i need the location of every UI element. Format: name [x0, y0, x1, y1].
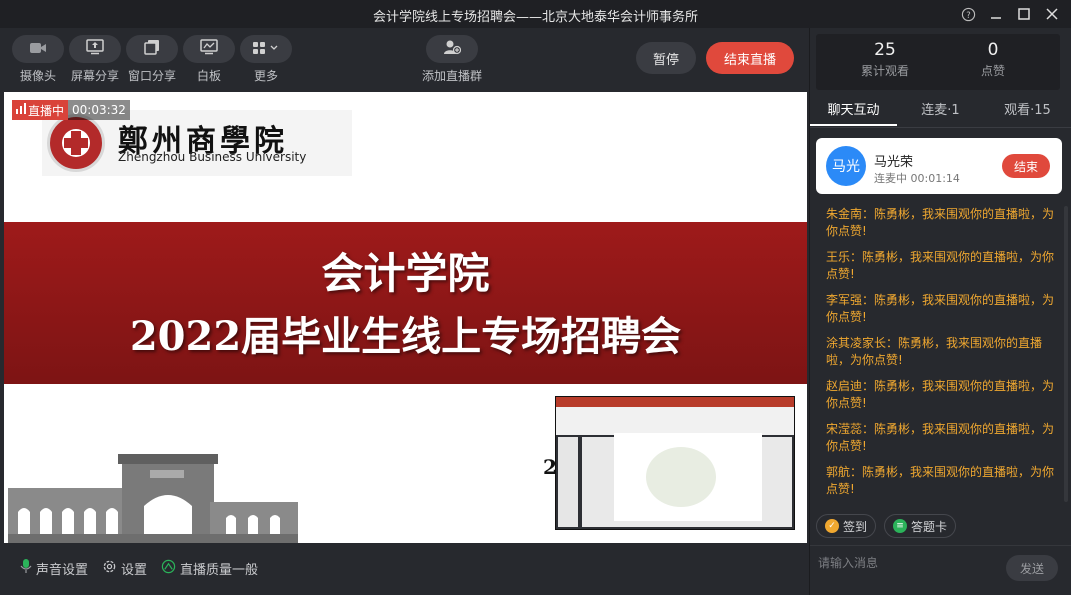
whiteboard-label: 白板 — [196, 69, 221, 83]
school-name-en: Zhengzhou Business University — [118, 150, 307, 164]
chat-message: 朱金南：陈勇彬，我来围观你的直播啦，为你点赞! — [826, 207, 1055, 238]
bottom-bar: 声音设置 设置 直播质量一般 — [0, 548, 810, 588]
window-share-label: 窗口分享 — [127, 69, 176, 83]
quality-indicator[interactable]: 直播质量一般 — [161, 559, 258, 578]
banner-line-1: 会计学院 — [321, 249, 490, 298]
answer-card-label: 答题卡 — [911, 519, 948, 534]
check-in-icon: ✓ — [825, 519, 839, 533]
views-count: 25 — [874, 40, 896, 60]
live-stage: 直播中 00:03:32 鄭州商學院 Zhengzhou Business Un… — [4, 92, 807, 543]
campus-gate-image — [4, 450, 304, 543]
minimize-icon[interactable] — [987, 5, 1005, 23]
live-stream-app: 会计学院线上专场招聘会——北京大地泰华会计师事务所 ? 摄像头 屏幕分享 窗口分… — [0, 0, 1071, 595]
more-label: 更多 — [253, 69, 278, 83]
whiteboard-button[interactable]: 白板 — [183, 35, 235, 84]
send-button[interactable]: 发送 — [1006, 555, 1058, 581]
window-controls: ? — [959, 5, 1061, 23]
quality-label: 直播质量一般 — [180, 562, 259, 578]
title-banner: 会计学院 2022届毕业生线上专场招聘会 — [4, 222, 807, 384]
tab-co-host[interactable]: 连麦·1 — [897, 98, 984, 126]
banner-line-2: 2022届毕业生线上专场招聘会 — [129, 313, 682, 360]
svg-text:?: ? — [966, 9, 970, 19]
more-button[interactable]: 更多 — [240, 35, 292, 84]
tabs-underline — [810, 127, 1071, 128]
add-group-label: 添加直播群 — [421, 69, 482, 83]
audio-settings-label: 声音设置 — [36, 562, 89, 578]
chat-message: 赵启迪：陈勇彬，我来围观你的直播啦，为你点赞! — [826, 379, 1055, 410]
screen-share-button[interactable]: 屏幕分享 — [69, 35, 121, 84]
tab-viewers[interactable]: 观看·15 — [984, 98, 1071, 126]
avatar: 马光 — [826, 146, 866, 186]
signal-icon — [16, 103, 26, 117]
stats-panel: 25 累计观看 0 点赞 — [816, 34, 1060, 90]
chat-message: 王乐：陈勇彬，我来围观你的直播啦，为你点赞! — [826, 250, 1055, 281]
microphone-icon — [20, 558, 32, 578]
chat-message: 郭航：陈勇彬，我来围观你的直播啦，为你点赞! — [826, 465, 1055, 496]
message-input[interactable] — [818, 552, 998, 574]
user-status: 连麦中 00:01:14 — [874, 172, 960, 185]
preview-slide — [614, 433, 762, 521]
screen-share-label: 屏幕分享 — [70, 69, 119, 83]
chat-message: 涂其凌家长：陈勇彬，我来围观你的直播啦，为你点赞! — [826, 336, 1043, 367]
likes-count: 0 — [987, 40, 999, 60]
likes-caption: 点赞 — [980, 64, 1005, 78]
check-in-label: 签到 — [843, 519, 868, 534]
views-caption: 累计观看 — [860, 64, 909, 78]
check-in-button[interactable]: ✓ 签到 — [816, 514, 877, 538]
tab-chat[interactable]: 聊天互动 — [810, 98, 897, 126]
add-group-button[interactable]: 添加直播群 — [420, 35, 484, 84]
answer-card-button[interactable]: ≡ 答题卡 — [884, 514, 957, 538]
camera-label: 摄像头 — [19, 69, 56, 83]
chat-message: 李军强：陈勇彬，我来围观你的直播啦，为你点赞! — [826, 293, 1055, 324]
window-title: 会计学院线上专场招聘会——北京大地泰华会计师事务所 — [372, 10, 698, 25]
live-label: 直播中 — [28, 103, 65, 118]
views-stat: 25 累计观看 — [824, 40, 946, 79]
add-group-icon — [443, 39, 462, 59]
panel-tabs: 聊天互动 连麦·1 观看·15 — [810, 98, 1071, 126]
live-time: 00:03:32 — [68, 100, 130, 120]
end-connection-button[interactable]: 结束 — [1002, 154, 1050, 178]
whiteboard-icon — [200, 39, 218, 59]
camera-icon — [29, 40, 47, 59]
quick-actions: ✓ 签到 ≡ 答题卡 — [816, 514, 957, 538]
grid-more-icon — [252, 40, 280, 59]
title-bar: 会计学院线上专场招聘会——北京大地泰华会计师事务所 ? — [0, 0, 1071, 28]
screen-share-icon — [86, 39, 104, 59]
audio-settings-button[interactable]: 声音设置 — [20, 558, 88, 578]
likes-stat: 0 点赞 — [932, 40, 1054, 79]
end-live-button[interactable]: 结束直播 — [706, 42, 794, 74]
close-icon[interactable] — [1043, 5, 1061, 23]
help-icon[interactable]: ? — [959, 5, 977, 23]
gear-icon — [102, 559, 117, 578]
maximize-icon[interactable] — [1015, 5, 1033, 23]
camera-button[interactable]: 摄像头 — [12, 35, 64, 84]
answer-card-icon: ≡ — [893, 519, 908, 533]
user-name: 马光荣 — [874, 155, 914, 170]
live-badge: 直播中 00:03:32 — [12, 100, 130, 120]
connected-user-card: 马光 马光荣 连麦中 00:01:14 结束 — [816, 138, 1062, 194]
window-share-button[interactable]: 窗口分享 — [126, 35, 178, 84]
pause-button[interactable]: 暂停 — [636, 42, 696, 74]
window-share-icon — [144, 39, 160, 59]
settings-button[interactable]: 设置 — [102, 559, 147, 578]
quality-icon — [161, 559, 176, 578]
settings-label: 设置 — [121, 562, 148, 578]
chat-list: 朱金南：陈勇彬，我来围观你的直播啦，为你点赞! 王乐：陈勇彬，我来围观你的直播啦… — [826, 206, 1060, 502]
message-input-row: 发送 — [810, 545, 1071, 595]
screen-share-preview[interactable] — [555, 396, 795, 530]
chat-scrollbar[interactable] — [1064, 206, 1068, 502]
chat-message: 宋滢蕊：陈勇彬，我来围观你的直播啦，为你点赞! — [826, 422, 1055, 453]
school-seal-logo — [47, 114, 105, 172]
